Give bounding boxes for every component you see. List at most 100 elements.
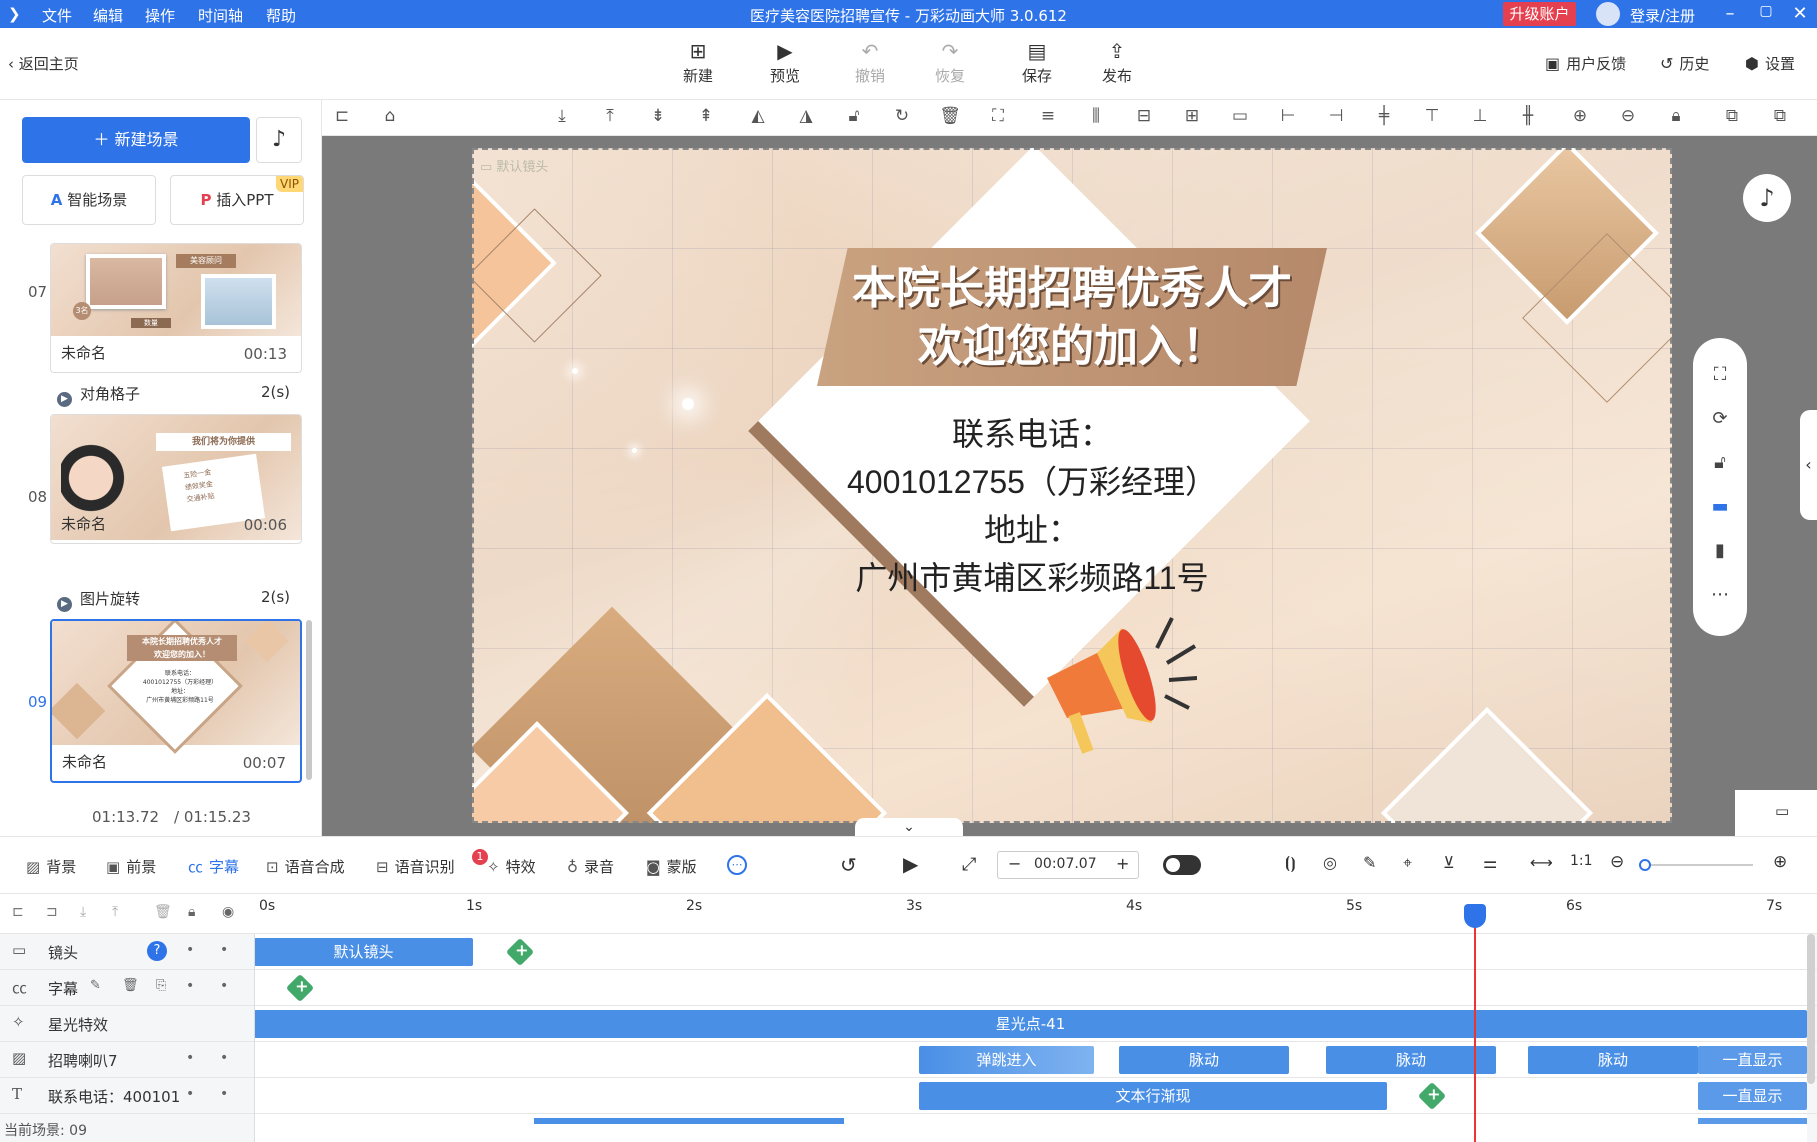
avatar-icon[interactable] [1596, 2, 1620, 26]
open-folder-icon[interactable]: ⊐ [46, 904, 58, 920]
scene-card-09[interactable]: 本院长期招聘优秀人才 欢迎您的加入！ 联系电话： 4001012755（万彩经理）地… [50, 619, 302, 783]
import-icon[interactable]: ⎘ [156, 978, 166, 993]
undo-button[interactable]: ↶ 撤销 [840, 40, 900, 86]
record-tool[interactable]: ♁ 录音 [567, 856, 614, 877]
rotate-icon[interactable]: ↻ [890, 106, 914, 126]
upgrade-button[interactable]: 升级账户 [1503, 2, 1576, 26]
menu-file[interactable]: 文件 [42, 5, 72, 26]
transition-item[interactable]: ▶ 对角格子 2(s) [57, 383, 302, 407]
clip[interactable]: 默认镜头 [254, 938, 473, 966]
clip[interactable]: 脉动 [1528, 1046, 1698, 1074]
help-icon[interactable]: ? [147, 941, 167, 961]
add-animation-icon[interactable] [285, 973, 315, 1003]
new-button[interactable]: ⊞ 新建 [668, 40, 728, 86]
clip[interactable]: 脉动 [1326, 1046, 1496, 1074]
add-animation-icon[interactable] [1417, 1081, 1447, 1111]
track-lane[interactable]: 文本行渐现 一直显示 [254, 1078, 1807, 1113]
move-down-icon[interactable]: ⇟ [646, 106, 670, 126]
align-middle-icon[interactable]: ⊞ [1180, 106, 1204, 126]
track-row-subtitle[interactable]: ㏄ 字幕 ✎ 🗑︎ ⎘ • • [0, 970, 1817, 1006]
timeline-scrollbar[interactable] [1807, 934, 1815, 1084]
add-animation-icon[interactable] [505, 937, 535, 967]
subtitle-tool[interactable]: ㏄字幕 [188, 856, 239, 877]
clip[interactable]: 弹跳进入 [919, 1046, 1094, 1074]
redo-button[interactable]: ↷ 恢复 [920, 40, 980, 86]
thumbnail-toggle[interactable]: ▭ [1735, 790, 1817, 836]
clip[interactable]: 文本行渐现 [919, 1082, 1387, 1110]
lock-icon[interactable]: 🔒︎ [188, 904, 195, 920]
lock-icon[interactable]: 🔓︎ [842, 106, 866, 126]
time-stepper[interactable]: − 00:07.07 + [997, 851, 1139, 879]
menu-edit[interactable]: 编辑 [93, 5, 123, 26]
scene-card-07[interactable]: 美容顾问 3名 数量 未命名 00:13 [50, 243, 302, 373]
music-icon[interactable]: ♪ [1743, 174, 1791, 222]
distribute-icon[interactable]: ⫼ [1084, 106, 1108, 126]
copy-icon[interactable]: ⧉ [1720, 106, 1744, 126]
align-top-icon[interactable]: ⊤ [1420, 106, 1444, 126]
flip-v-icon[interactable]: ◮ [794, 106, 818, 126]
smart-scene-button[interactable]: A 智能场景 [22, 175, 156, 225]
ratio-icon[interactable]: 1:1 [1570, 853, 1593, 869]
playhead[interactable] [1474, 906, 1476, 1142]
background-tool[interactable]: ▨ 背景 [26, 856, 76, 877]
eye-icon[interactable]: ◉ [222, 904, 234, 920]
zoom-out-icon[interactable]: ⊖ [1610, 852, 1624, 872]
expand-icon[interactable]: ⟷ [1530, 853, 1553, 872]
scene-card-08[interactable]: 我们将为你提供 五险一金 绩效奖金 交通补贴 未命名 00:06 [50, 414, 302, 544]
lock-all-icon[interactable]: 🔒︎ [1664, 106, 1688, 126]
feedback-button[interactable]: ▣ 用户反馈 [1545, 53, 1626, 74]
flip-h-icon[interactable]: ◭ [746, 106, 770, 126]
effects-tool[interactable]: ✧ 特效 [487, 856, 536, 877]
edit-icon[interactable]: ✎ [1363, 853, 1376, 872]
track-row-camera[interactable]: ▭ 镜头 ? • • 默认镜头 [0, 934, 1817, 970]
track-lane[interactable]: 星光点-41 [254, 1006, 1807, 1041]
align-vcenter-icon[interactable]: ╫ [1516, 106, 1540, 126]
portrait-icon[interactable]: ▮ [1693, 540, 1747, 561]
foreground-tool[interactable]: ▣ 前景 [106, 856, 156, 877]
clip[interactable]: 星光点-41 [254, 1010, 1807, 1038]
rotate-icon[interactable]: ⟳ [1693, 408, 1747, 429]
delete-icon[interactable]: 🗑︎ [154, 904, 172, 920]
maximize-icon[interactable]: ▢ [1756, 3, 1776, 19]
zoom-out-icon[interactable]: ⊖ [1616, 106, 1640, 126]
add-folder-icon[interactable]: ⊏ [12, 904, 24, 920]
align-hcenter-icon[interactable]: ╪ [1372, 106, 1396, 126]
adjust-icon[interactable]: ⚌ [1483, 853, 1497, 872]
zoom-slider[interactable] [1639, 859, 1753, 871]
filter-icon[interactable]: ⊻ [1443, 853, 1455, 872]
align-right-icon[interactable]: ⊣ [1324, 106, 1348, 126]
fullscreen-icon[interactable]: ⤢ [962, 854, 976, 875]
fit-icon[interactable]: ⦗⦘ [1285, 853, 1296, 873]
menu-help[interactable]: 帮助 [266, 5, 296, 26]
collapse-timeline-button[interactable]: ⌄ [855, 818, 963, 836]
timeline-ruler[interactable]: ⊏ ⊐ ⤓ ⤒ 🗑︎ 🔒︎ ◉ 0s 1s 2s 3s 4s 5s 6s 7s [0, 894, 1817, 934]
more-tools-icon[interactable]: ⋯ [727, 855, 747, 875]
ruler-icon[interactable]: ⊏ [330, 106, 354, 126]
landscape-icon[interactable]: ▬ [1693, 496, 1747, 517]
replay-icon[interactable]: ↺ [840, 853, 857, 877]
paste-icon[interactable]: ⧉ [1768, 106, 1792, 126]
minimize-icon[interactable]: – [1720, 3, 1740, 24]
close-icon[interactable]: ✕ [1790, 3, 1810, 24]
align-bottom-icon[interactable]: ⊥ [1468, 106, 1492, 126]
save-button[interactable]: ▤ 保存 [1007, 40, 1067, 86]
home-icon[interactable]: ⌂ [378, 106, 402, 126]
login-link[interactable]: 登录/注册 [1630, 5, 1695, 26]
align-row-icon[interactable]: ▭ [1228, 106, 1252, 126]
track-lane[interactable]: 弹跳进入 脉动 脉动 脉动 一直显示 [254, 1042, 1807, 1077]
tts-tool[interactable]: ⊡ 语音合成 [266, 856, 345, 877]
new-scene-button[interactable]: ＋ 新建场景 [22, 117, 250, 163]
delete-icon[interactable]: 🗑︎ [122, 978, 139, 993]
track-lane[interactable] [254, 970, 1807, 1005]
camera-icon[interactable]: ◎ [1323, 853, 1337, 872]
zoom-in-icon[interactable]: ⊕ [1568, 106, 1592, 126]
track-row-effect[interactable]: ✧ 星光特效 星光点-41 [0, 1006, 1817, 1042]
minus-icon[interactable]: − [1008, 854, 1021, 873]
plus-icon[interactable]: + [1116, 854, 1129, 873]
more-icon[interactable]: ⋯ [1693, 584, 1747, 605]
align-icon[interactable]: ≡ [1036, 106, 1060, 126]
delete-icon[interactable]: 🗑︎ [938, 106, 962, 126]
publish-button[interactable]: ⇪ 发布 [1087, 40, 1147, 86]
asr-tool[interactable]: ⊟ 语音识别 [376, 856, 455, 877]
brush-icon[interactable]: ⌖ [1403, 853, 1412, 873]
